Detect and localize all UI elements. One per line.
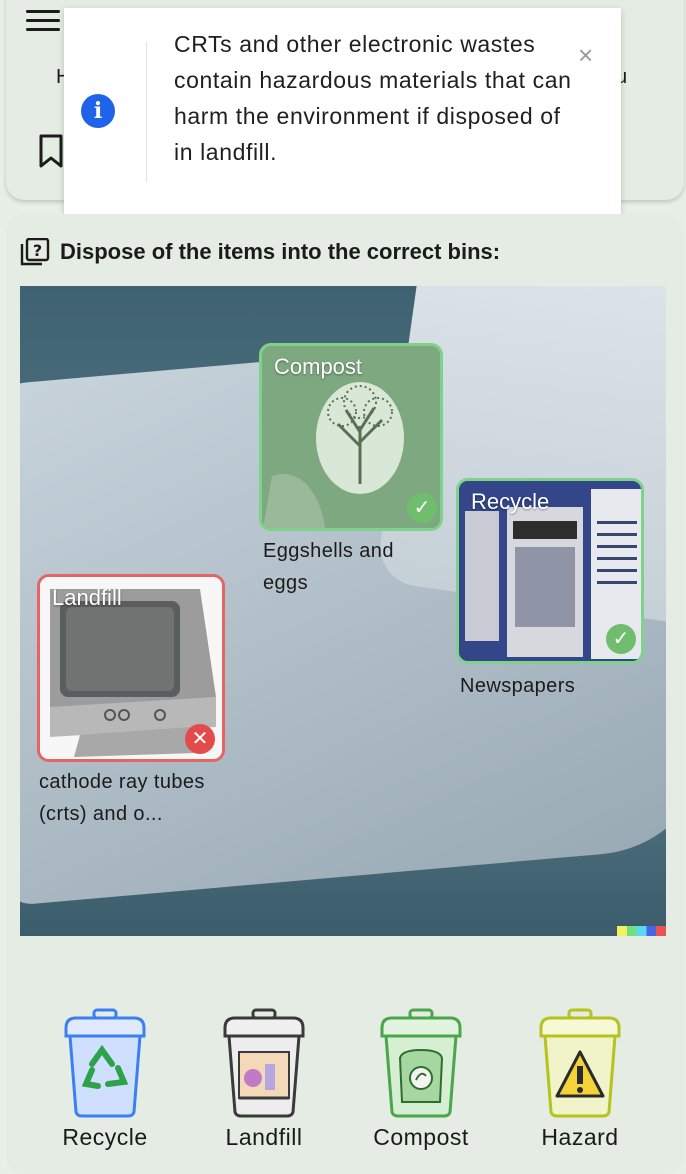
item-bin-tag: Recycle bbox=[471, 489, 550, 514]
landfill-bin-icon bbox=[223, 1008, 305, 1118]
bin-landfill[interactable]: Landfill bbox=[204, 1006, 324, 1151]
bin-label: Hazard bbox=[541, 1124, 619, 1150]
svg-text:?: ? bbox=[33, 241, 42, 260]
bin-recycle[interactable]: Recycle bbox=[45, 1006, 165, 1151]
bin-hazard[interactable]: Hazard bbox=[520, 1006, 640, 1151]
item-caption: Eggshells and eggs bbox=[263, 540, 394, 594]
bookmark-icon[interactable] bbox=[38, 134, 64, 168]
menu-icon[interactable] bbox=[26, 10, 60, 34]
item-eggshells[interactable]: Compost ✓ Eggshells and eggs bbox=[259, 343, 449, 603]
info-icon: i bbox=[81, 94, 115, 128]
item-newspapers[interactable]: Recycle ✓ Newspapers bbox=[456, 478, 646, 708]
toast-message: CRTs and other electronic wastes contain… bbox=[174, 31, 572, 165]
item-bin-tag: Compost bbox=[274, 354, 363, 379]
game-prompt: ? Dispose of the items into the correct … bbox=[20, 236, 500, 268]
recycle-bin-icon bbox=[64, 1008, 146, 1118]
info-toast: i CRTs and other electronic wastes conta… bbox=[64, 8, 621, 220]
bin-label: Compost bbox=[373, 1124, 469, 1150]
item-crt[interactable]: Landfill ✕ cathode ray tubes (crts) and … bbox=[37, 574, 227, 864]
check-icon: ✓ bbox=[407, 493, 437, 523]
compost-bin-icon bbox=[380, 1008, 462, 1118]
check-icon: ✓ bbox=[606, 624, 636, 654]
bin-compost[interactable]: Compost bbox=[361, 1006, 481, 1151]
prompt-text: Dispose of the items into the correct bi… bbox=[60, 239, 501, 264]
color-strip bbox=[617, 926, 666, 936]
item-caption: cathode ray tubes (crts) and o... bbox=[39, 771, 205, 825]
cross-icon: ✕ bbox=[185, 724, 215, 754]
hazard-bin-icon bbox=[539, 1008, 621, 1118]
close-icon[interactable]: × bbox=[578, 40, 593, 71]
quiz-icon: ? bbox=[20, 238, 50, 266]
item-caption: Newspapers bbox=[460, 675, 576, 697]
item-bin-tag: Landfill bbox=[52, 585, 122, 610]
bin-label: Recycle bbox=[62, 1124, 148, 1150]
toast-divider bbox=[146, 42, 147, 182]
bin-label: Landfill bbox=[225, 1124, 303, 1150]
